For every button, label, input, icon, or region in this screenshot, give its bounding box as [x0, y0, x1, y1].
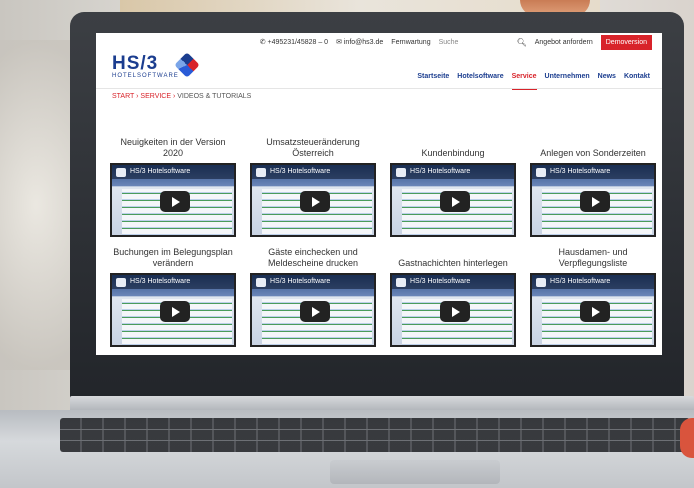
breadcrumb-service[interactable]: SERVICE [140, 93, 171, 100]
play-icon[interactable] [440, 191, 470, 212]
laptop-screen: ✆ +495231/45828 – 0 ✉ info@hs3.de Fernwa… [96, 33, 662, 355]
hand-right [680, 418, 694, 458]
breadcrumb: START › SERVICE › VIDEOS & TUTORIALS [112, 93, 252, 100]
breadcrumb-current: VIDEOS & TUTORIALS [177, 93, 252, 100]
offer-link[interactable]: Angebot anfordern [535, 39, 593, 46]
remote-support-link[interactable]: Fernwartung [391, 39, 430, 46]
video-channel: HS/3 Hotelsoftware [392, 275, 514, 289]
keyboard-row [60, 440, 690, 441]
video-channel: HS/3 Hotelsoftware [532, 275, 654, 289]
logo[interactable]: HS/3 HOTELSOFTWARE [112, 52, 200, 79]
video-thumbnail[interactable]: HS/3 Hotelsoftware [110, 163, 236, 237]
video-channel: HS/3 Hotelsoftware [252, 275, 374, 289]
channel-icon [396, 168, 406, 177]
video-title: Hausdamen- und Verpflegungsliste [558, 247, 628, 268]
play-icon[interactable] [160, 301, 190, 322]
trackpad [330, 460, 500, 484]
video-title: Neuigkeiten in der Version 2020 [120, 137, 226, 158]
video-thumbnail[interactable]: HS/3 Hotelsoftware [250, 163, 376, 237]
play-icon[interactable] [580, 301, 610, 322]
video-item[interactable]: Kundenbindung HS/3 Hotelsoftware [390, 133, 516, 237]
breadcrumb-start[interactable]: START [112, 93, 134, 100]
video-item[interactable]: Buchungen im Belegungsplan verändern HS/… [110, 243, 236, 347]
email-link[interactable]: ✉ info@hs3.de [336, 38, 383, 46]
channel-icon [536, 168, 546, 177]
video-item[interactable]: Gastnachichten hinterlegen HS/3 Hotelsof… [390, 243, 516, 347]
search-icon[interactable]: 🔍︎ [517, 38, 527, 47]
play-icon[interactable] [580, 191, 610, 212]
video-item[interactable]: Anlegen von Sonderzeiten HS/3 Hotelsoftw… [530, 133, 656, 237]
video-title: Buchungen im Belegungsplan verändern [113, 247, 233, 268]
video-item[interactable]: Gäste einchecken und Meldescheine drucke… [250, 243, 376, 347]
logo-subtitle: HOTELSOFTWARE [112, 73, 179, 79]
play-icon[interactable] [440, 301, 470, 322]
video-title: Umsatzsteueränderung Österreich [266, 137, 360, 158]
video-title: Gäste einchecken und Meldescheine drucke… [267, 247, 359, 268]
video-thumbnail[interactable]: HS/3 Hotelsoftware [390, 273, 516, 347]
header-divider [96, 88, 662, 89]
video-thumbnail[interactable]: HS/3 Hotelsoftware [530, 163, 656, 237]
play-icon[interactable] [300, 301, 330, 322]
channel-icon [116, 168, 126, 177]
video-thumbnail[interactable]: HS/3 Hotelsoftware [390, 163, 516, 237]
video-title: Kundenbindung [421, 148, 485, 158]
video-item[interactable]: Neuigkeiten in der Version 2020 HS/3 Hot… [110, 133, 236, 237]
video-channel: HS/3 Hotelsoftware [252, 165, 374, 179]
keyboard-row [60, 429, 690, 430]
phone-number[interactable]: ✆ +495231/45828 – 0 [260, 38, 328, 46]
logo-text: HS/3 [112, 53, 159, 74]
play-icon[interactable] [160, 191, 190, 212]
video-channel: HS/3 Hotelsoftware [112, 165, 234, 179]
video-channel: HS/3 Hotelsoftware [392, 165, 514, 179]
video-thumbnail[interactable]: HS/3 Hotelsoftware [250, 273, 376, 347]
channel-icon [116, 278, 126, 287]
video-channel: HS/3 Hotelsoftware [112, 275, 234, 289]
play-icon[interactable] [300, 191, 330, 212]
video-thumbnail[interactable]: HS/3 Hotelsoftware [110, 273, 236, 347]
channel-icon [256, 168, 266, 177]
search-input[interactable]: Suche [439, 39, 509, 46]
video-grid: Neuigkeiten in der Version 2020 HS/3 Hot… [110, 133, 656, 347]
demo-button[interactable]: Demoversion [600, 34, 652, 50]
top-bar: ✆ +495231/45828 – 0 ✉ info@hs3.de Fernwa… [96, 33, 662, 51]
video-item[interactable]: Umsatzsteueränderung Österreich HS/3 Hot… [250, 133, 376, 237]
channel-icon [396, 278, 406, 287]
video-title: Gastnachichten hinterlegen [398, 258, 508, 268]
video-thumbnail[interactable]: HS/3 Hotelsoftware [530, 273, 656, 347]
video-title: Anlegen von Sonderzeiten [540, 148, 646, 158]
channel-icon [536, 278, 546, 287]
keyboard [60, 418, 690, 452]
video-channel: HS/3 Hotelsoftware [532, 165, 654, 179]
video-item[interactable]: Hausdamen- und Verpflegungsliste HS/3 Ho… [530, 243, 656, 347]
channel-icon [256, 278, 266, 287]
